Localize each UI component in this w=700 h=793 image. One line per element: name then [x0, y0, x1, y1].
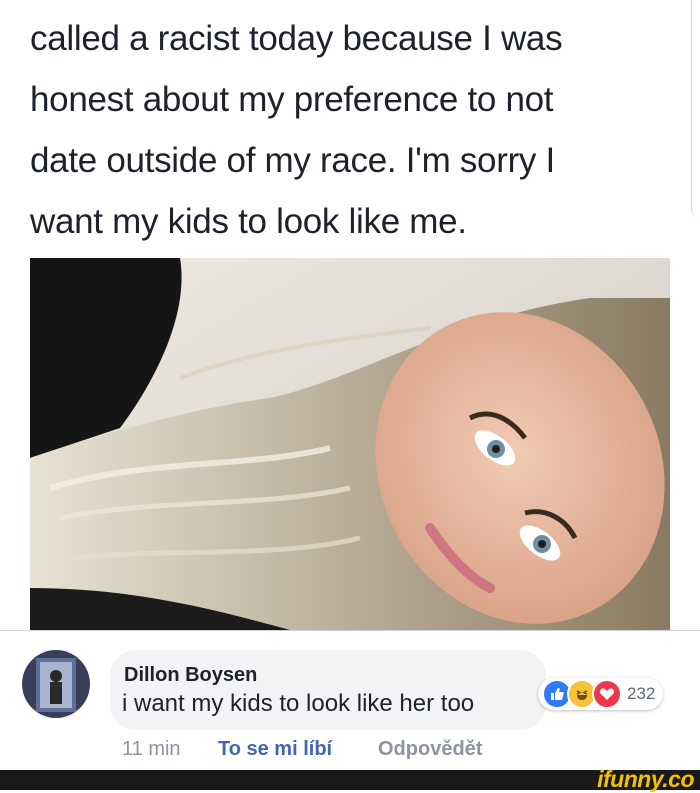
comment: Dillon Boysen i want my kids to look lik… — [0, 632, 700, 770]
footer-bar: ifunny.co — [0, 766, 700, 792]
reaction-count: 232 — [627, 684, 656, 703]
edge-marker — [691, 0, 700, 218]
post-photo — [30, 258, 670, 630]
like-link[interactable]: To se mi líbí — [218, 738, 332, 761]
comment-time[interactable]: 11 min — [122, 738, 181, 761]
reply-link[interactable]: Odpovědět — [378, 738, 482, 761]
comment-bubble: Dillon Boysen i want my kids to look lik… — [110, 650, 546, 730]
divider — [0, 630, 700, 631]
love-icon — [592, 679, 622, 709]
reaction-summary[interactable]: 232 — [538, 678, 664, 710]
ifunny-logo: ifunny.co — [597, 766, 694, 792]
post-text: called a racist today because I was hone… — [30, 19, 563, 241]
comment-text: i want my kids to look like her too — [122, 690, 475, 717]
comment-author[interactable]: Dillon Boysen — [124, 664, 257, 687]
avatar[interactable] — [22, 650, 90, 718]
